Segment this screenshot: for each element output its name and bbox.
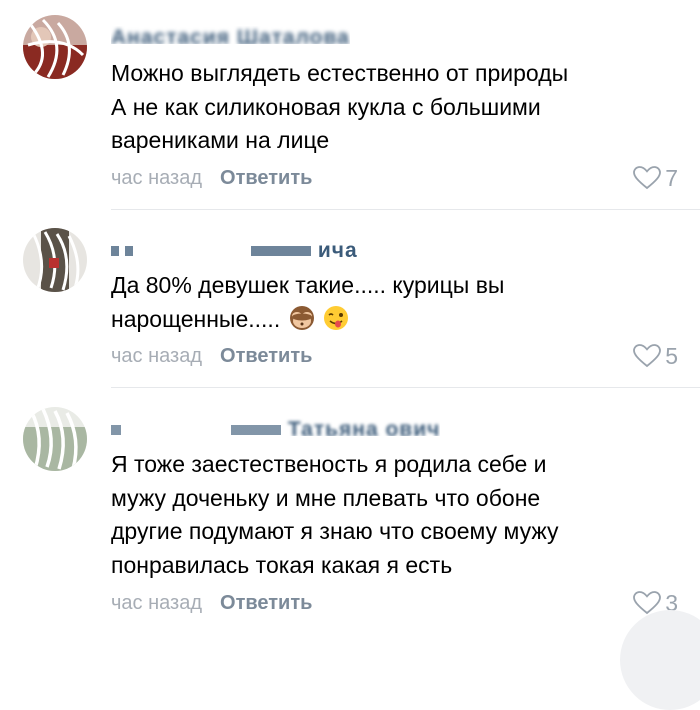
winking-face-tongue-emoji xyxy=(324,305,348,330)
divider xyxy=(111,209,700,210)
comment-text-line: понравилась токая какая я есть xyxy=(111,551,453,578)
avatar[interactable] xyxy=(23,228,87,292)
comment-meta: час назад Ответить xyxy=(111,342,312,370)
comment-text-line: нарощенные..... xyxy=(111,303,670,337)
comment-text-line: Я тоже заестественость я родила себе и xyxy=(111,451,547,477)
comment-text-line: варениками на лице xyxy=(111,127,330,153)
like-count: 5 xyxy=(665,343,678,369)
comment-time: час назад xyxy=(111,592,203,614)
divider xyxy=(111,387,700,388)
avatar[interactable] xyxy=(23,407,87,471)
reply-button[interactable]: Ответить xyxy=(220,342,312,370)
comment-text-line: другие подумают я знаю что своему мужу xyxy=(111,518,559,544)
comment-text-line: Можно выглядеть естественно от природы xyxy=(111,60,569,86)
reply-button[interactable]: Ответить xyxy=(220,589,312,617)
comment-author[interactable]: Татьяна ович xyxy=(111,418,440,436)
comment-time: час назад xyxy=(111,167,203,189)
comment-author[interactable]: ичa xyxy=(111,239,358,257)
comment-author[interactable]: Анастасия Шаталова xyxy=(111,26,350,44)
comment-meta: час назад Ответить xyxy=(111,164,312,192)
comment-text-line: А не как силиконовая кукла с большими xyxy=(111,93,541,120)
comment-text: Да 80% девушек такие..... курицы вы наро… xyxy=(111,269,670,336)
comment-text: Можно выглядеть естественно от природы А… xyxy=(111,57,670,158)
comment-text-line: Да 80% девушек такие..... курицы вы xyxy=(111,272,505,298)
heart-outline-icon xyxy=(633,344,662,368)
comment-text-line: мужу доченьку и мне плевать что обоне xyxy=(111,484,541,511)
avatar[interactable] xyxy=(23,15,87,79)
heart-outline-icon xyxy=(633,166,662,190)
like-count: 7 xyxy=(665,165,678,191)
comment-time: час назад xyxy=(111,345,203,367)
floating-action-edge[interactable] xyxy=(620,610,700,710)
like-button[interactable]: 7 xyxy=(633,164,678,192)
comment-meta: час назад Ответить xyxy=(111,589,312,617)
like-button[interactable]: 5 xyxy=(633,342,678,370)
reply-button[interactable]: Ответить xyxy=(220,164,312,192)
comment-text: Я тоже заестественость я родила себе и м… xyxy=(111,448,670,582)
see-no-evil-monkey-emoji xyxy=(289,305,314,330)
